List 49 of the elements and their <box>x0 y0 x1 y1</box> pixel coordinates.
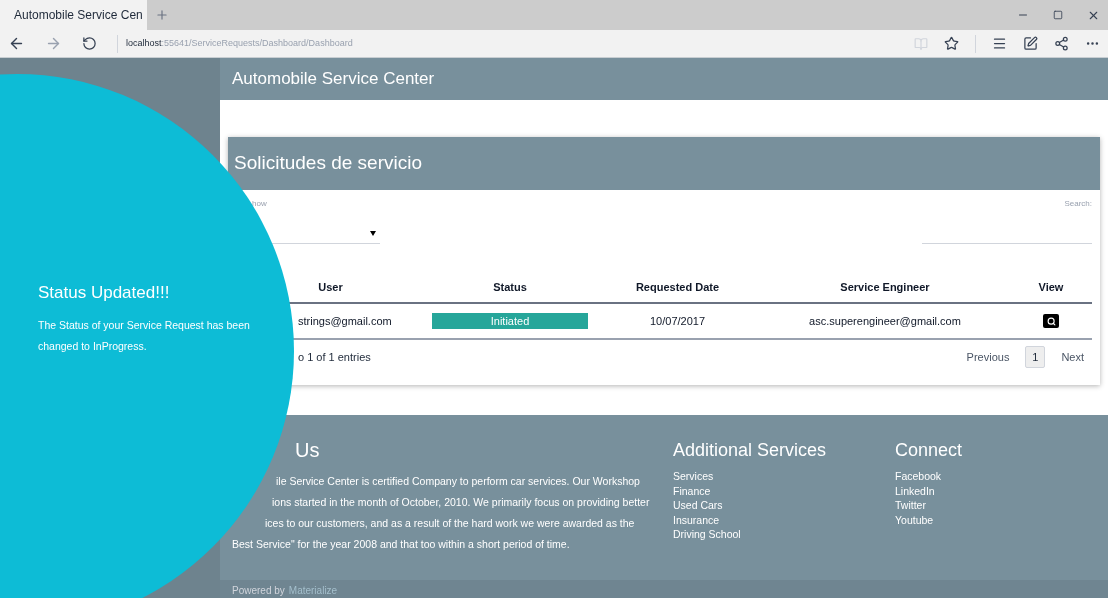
about-text-line: ions started in the month of October, 2010. We primarily focus on providing better <box>272 495 651 510</box>
browser-tab[interactable]: Automobile Service Cen <box>0 0 147 30</box>
about-text-line: ices to our customers, and as a result of the hard work we were awarded as the <box>265 516 636 531</box>
entries-info: o 1 of 1 entries <box>297 349 371 365</box>
app-title: Automobile Service Center <box>232 68 435 91</box>
table-cell-text: 10/07/2017 <box>649 313 706 329</box>
materialize-link[interactable]: Materialize <box>288 584 338 598</box>
show-label: how <box>252 198 268 210</box>
toast-title: Status Updated!!! <box>38 282 170 304</box>
footer-link[interactable]: Facebook <box>895 469 942 484</box>
star-icon[interactable] <box>944 36 959 51</box>
powered-text: Powered by <box>232 584 285 598</box>
refresh-icon[interactable] <box>82 36 97 51</box>
toast-message: The Status of your Service Request has been changed to InProgress. <box>38 318 251 354</box>
previous-button[interactable]: Previous <box>958 344 1018 370</box>
footer-link[interactable]: Twitter <box>895 498 926 513</box>
column-header: Status <box>493 279 527 295</box>
page-button[interactable]: 1 <box>1025 346 1046 368</box>
dropdown-icon <box>370 231 376 236</box>
footer-link[interactable]: Services <box>673 469 714 484</box>
card-title: Solicitudes de servicio <box>234 151 422 176</box>
pen-icon[interactable] <box>1023 36 1038 51</box>
footer-link[interactable]: Driving School <box>673 527 741 542</box>
footer-link[interactable]: Insurance <box>673 512 720 527</box>
about-text-line: Best Service" for the year 2008 and that too within a short period of time. <box>232 537 571 552</box>
footer-link[interactable]: LinkedIn <box>895 483 935 498</box>
column-header: Service Engineer <box>840 279 930 295</box>
column-header: View <box>1038 279 1064 295</box>
search-label: Search: <box>1064 198 1092 210</box>
back-icon[interactable] <box>8 35 25 52</box>
tab-title: Automobile Service Cen <box>14 7 143 24</box>
address-field[interactable]: localhost:55641/ServiceRequests/Dashboard/Dashboard <box>126 36 353 51</box>
footer-link[interactable]: Used Cars <box>673 498 723 513</box>
share-icon[interactable] <box>1054 36 1069 51</box>
table-cell-text: asc.superengineer@gmail.com <box>809 313 961 329</box>
column-header: Requested Date <box>635 279 720 295</box>
view-button[interactable] <box>1043 314 1059 328</box>
footer-link[interactable]: Youtube <box>895 512 934 527</box>
footer-heading: Additional Services <box>673 439 828 462</box>
footer-link[interactable]: Finance <box>673 483 711 498</box>
maximize-icon[interactable] <box>1053 10 1063 20</box>
footer-heading: Us <box>295 438 321 463</box>
next-button[interactable]: Next <box>1053 344 1092 370</box>
search-icon <box>1046 316 1056 326</box>
table-cell: strings@gmail.com <box>298 314 392 327</box>
about-text-line: ile Service Center is certified Company to perform car services. Our Workshop <box>276 474 641 489</box>
column-header: User <box>318 279 343 295</box>
footer-heading: Connect <box>895 439 963 462</box>
status-badge: Initiated <box>432 313 588 329</box>
